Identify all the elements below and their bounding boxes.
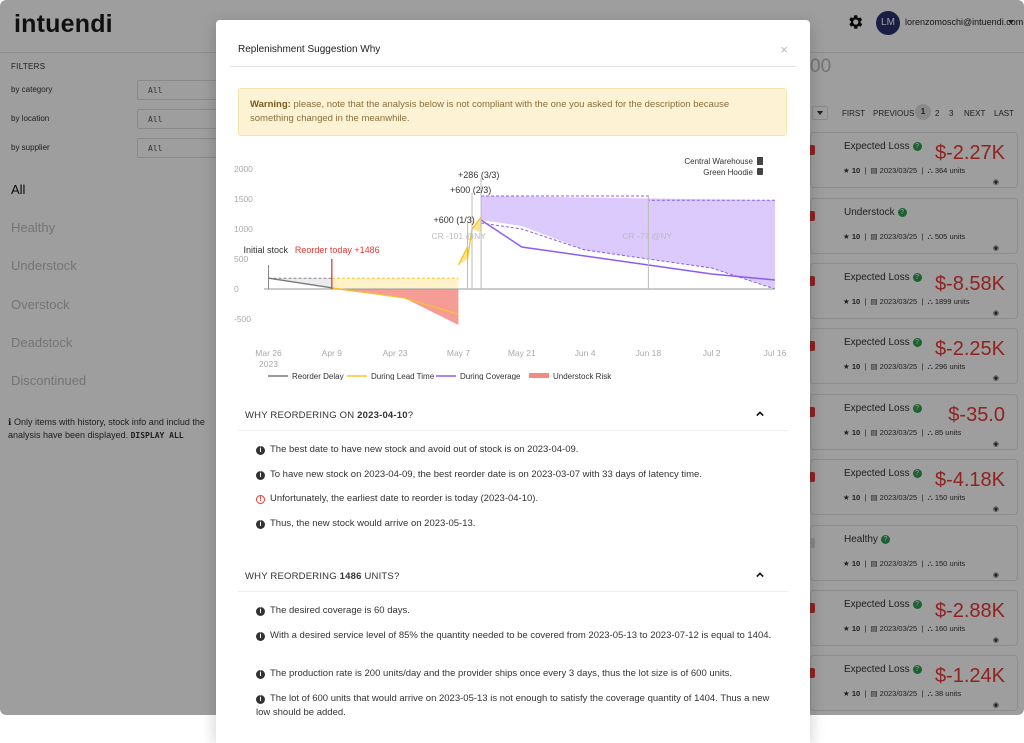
understock-risk-area (331, 289, 459, 325)
shirt-icon (757, 168, 763, 175)
modal-title: Replenishment Suggestion Why (238, 44, 381, 55)
coverage-area (481, 196, 775, 289)
y-tick-label: 0 (234, 284, 239, 294)
x-tick-label: Apr 23 (383, 348, 408, 358)
section2-divider (238, 591, 788, 592)
lead-time-area (331, 278, 459, 289)
x-tick-label: Jun 4 (575, 348, 596, 358)
section1-item-text: Unfortunately, the earliest date to reor… (270, 493, 539, 504)
y-tick-label: 2000 (234, 164, 253, 174)
y-tick-label: 1500 (234, 194, 253, 204)
section2-item-text: With a desired service level of 85% the … (270, 630, 772, 641)
close-icon[interactable]: × (780, 42, 788, 57)
annotation-initial-stock: Initial stock (244, 245, 289, 255)
section1-item: i The best date to have new stock and avo… (256, 443, 776, 457)
warning-banner: Warning: please, note that the analysis … (238, 88, 787, 136)
legend-swatch (529, 373, 549, 378)
annotation-cr2: CR -77 @NY (622, 231, 672, 241)
y-tick-label: 1000 (234, 224, 253, 234)
x-tick-label: May 21 (508, 348, 536, 358)
info-icon: i (256, 446, 265, 455)
section2-suffix: UNITS? (361, 571, 400, 582)
y-tick-label: -500 (234, 314, 251, 324)
section2-item: i With a desired service level of 85% the… (256, 629, 776, 643)
warning-label: Warning: (250, 99, 291, 110)
annotation-lot2: +600 (2/3) (450, 185, 491, 195)
section1-suffix: ? (407, 410, 414, 421)
building-icon (757, 157, 763, 165)
info-icon: i (256, 607, 265, 616)
x-tick-label: Jul 2 (703, 348, 721, 358)
section1-item: i To have new stock on 2023-04-09, the be… (256, 468, 776, 482)
info-icon: i (256, 520, 265, 529)
section-reorder-date-header[interactable]: WHY REORDERING ON 2023-04-10? (245, 410, 413, 421)
section2-item: i The desired coverage is 60 days. (256, 604, 776, 618)
y-tick-label: 500 (234, 254, 248, 264)
section2-item-text: The lot of 600 units that would arrive o… (256, 693, 770, 718)
section1-item-text: The best date to have new stock and avoi… (270, 444, 579, 455)
warning-text: please, note that the analysis below is … (250, 99, 730, 124)
modal-header-divider (230, 66, 796, 67)
section2-prefix: WHY REORDERING (245, 571, 340, 582)
section-reorder-units-header[interactable]: WHY REORDERING 1486 UNITS? (245, 571, 399, 582)
annotation-lot1: +600 (1/3) (433, 215, 474, 225)
location-label: Central Warehouse (684, 157, 753, 166)
chevron-up-icon[interactable] (756, 410, 764, 418)
info-icon: i (256, 695, 265, 704)
section2-units: 1486 (339, 571, 362, 582)
annotation-reorder-today: Reorder today +1486 (295, 245, 380, 255)
legend-label: Understock Risk (553, 372, 612, 380)
section2-item: i The production rate is 200 units/day an… (256, 667, 776, 681)
info-icon: i (256, 471, 265, 480)
section2-item-text: The production rate is 200 units/day and… (270, 668, 733, 679)
legend-label: During Lead Time (371, 372, 435, 380)
info-icon: i (256, 670, 265, 679)
x-tick-label: May 7 (447, 348, 470, 358)
replenishment-modal: Replenishment Suggestion Why × Warning: … (216, 20, 810, 743)
section1-divider (238, 430, 788, 431)
x-tick-sublabel: 2023 (259, 359, 278, 369)
replenishment-chart: 2000 1500 1000 500 0 -500 Mar 262023 Apr 9 Apr 2… (234, 157, 787, 380)
annotation-cr1: CR -101 @NY (431, 231, 486, 241)
legend-label: Reorder Delay (292, 372, 344, 380)
section1-item-text: To have new stock on 2023-04-09, the bes… (270, 469, 702, 480)
error-icon: ! (256, 495, 265, 504)
product-label: Green Hoodie (703, 168, 753, 177)
section2-item: i The lot of 600 units that would arrive … (256, 692, 776, 720)
x-tick-label: Jul 16 (764, 348, 787, 358)
annotation-lot3: +286 (3/3) (458, 170, 499, 180)
section1-item-text: Thus, the new stock would arrive on 2023… (270, 518, 476, 529)
section1-prefix: WHY REORDERING ON (245, 410, 358, 421)
section1-item: i Thus, the new stock would arrive on 202… (256, 517, 776, 531)
section2-item-text: The desired coverage is 60 days. (270, 605, 410, 616)
info-icon: i (256, 632, 265, 641)
section1-date: 2023-04-10 (357, 410, 408, 421)
x-tick-label: Jun 18 (636, 348, 662, 358)
section1-item: ! Unfortunately, the earliest date to reo… (256, 492, 776, 506)
x-tick-label: Apr 9 (322, 348, 343, 358)
chevron-up-icon[interactable] (756, 571, 764, 579)
legend-label: During Coverage (460, 372, 521, 380)
x-tick-label: Mar 26 (255, 348, 282, 358)
